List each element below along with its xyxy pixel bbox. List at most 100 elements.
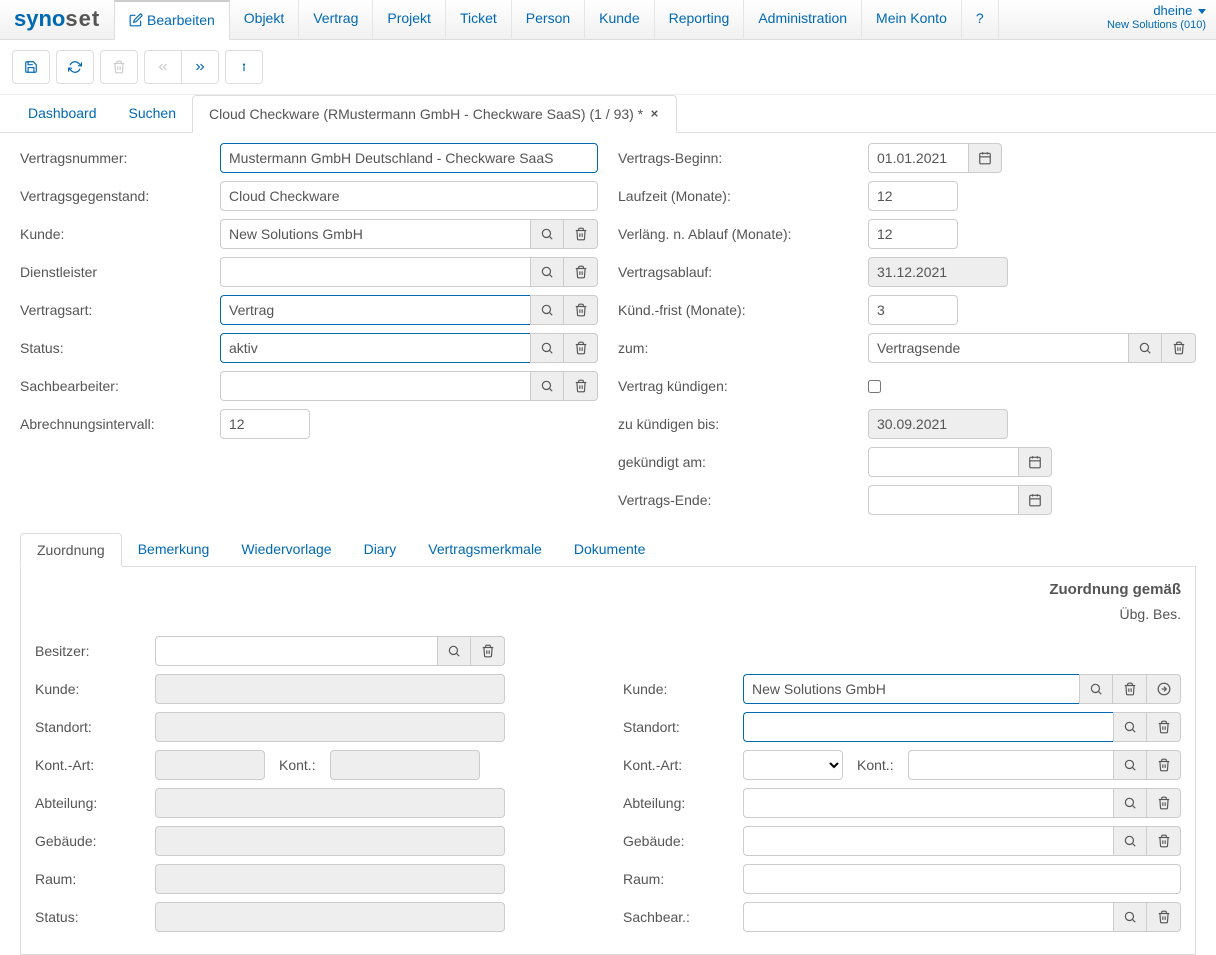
status-label: Status:	[20, 340, 220, 356]
menu-person[interactable]: Person	[512, 0, 585, 39]
gekam-label: gekündigt am:	[618, 454, 868, 470]
menu-objekt[interactable]: Objekt	[230, 0, 299, 39]
rkunde-input[interactable]	[743, 674, 1079, 704]
rkontart-select[interactable]	[743, 750, 843, 780]
main-navbar: synoset Bearbeiten Objekt Vertrag Projek…	[0, 0, 1216, 40]
tab-dokumente[interactable]: Dokumente	[558, 533, 662, 566]
rsachbear-search-icon[interactable]	[1113, 902, 1147, 932]
close-tab-icon[interactable]	[649, 106, 660, 122]
menu-bearbeiten[interactable]: Bearbeiten	[114, 0, 230, 40]
gekam-calendar-icon[interactable]	[1018, 447, 1052, 477]
laufzeit-label: Laufzeit (Monate):	[618, 188, 868, 204]
beginn-input[interactable]	[868, 143, 968, 173]
vertragsart-clear-icon[interactable]	[564, 295, 598, 325]
kunde-clear-icon[interactable]	[564, 219, 598, 249]
dienstleister-clear-icon[interactable]	[564, 257, 598, 287]
intervall-input[interactable]	[220, 409, 310, 439]
verlaeng-input[interactable]	[868, 219, 958, 249]
rkont-search-icon[interactable]	[1113, 750, 1147, 780]
rabteilung-clear-icon[interactable]	[1147, 788, 1181, 818]
status-clear-icon[interactable]	[564, 333, 598, 363]
gekam-input[interactable]	[868, 447, 1018, 477]
rsachbear-input[interactable]	[743, 902, 1113, 932]
rkont-clear-icon[interactable]	[1147, 750, 1181, 780]
sachbearbeiter-label: Sachbearbeiter:	[20, 378, 220, 394]
sachbearbeiter-input[interactable]	[220, 371, 530, 401]
rstandort-search-icon[interactable]	[1113, 712, 1147, 742]
form-left-column: Vertragsnummer: Vertragsgegenstand: Kund…	[20, 143, 598, 523]
gegenstand-input[interactable]	[220, 181, 598, 211]
rsachbear-clear-icon[interactable]	[1147, 902, 1181, 932]
dienstleister-search-icon[interactable]	[530, 257, 564, 287]
sachbearbeiter-clear-icon[interactable]	[564, 371, 598, 401]
rabteilung-input[interactable]	[743, 788, 1113, 818]
vertragsart-label: Vertragsart:	[20, 302, 220, 318]
info-button[interactable]	[225, 50, 263, 84]
rstandort-clear-icon[interactable]	[1147, 712, 1181, 742]
rraum-input[interactable]	[743, 864, 1181, 894]
menu-ticket[interactable]: Ticket	[446, 0, 512, 39]
tab-zuordnung[interactable]: Zuordnung	[20, 533, 122, 567]
kfrist-input[interactable]	[868, 295, 958, 325]
vertragsart-search-icon[interactable]	[530, 295, 564, 325]
save-button[interactable]	[12, 50, 50, 84]
tab-diary[interactable]: Diary	[348, 533, 413, 566]
rgebaeude-clear-icon[interactable]	[1147, 826, 1181, 856]
tab-vertragsmerkmale[interactable]: Vertragsmerkmale	[412, 533, 558, 566]
ende-calendar-icon[interactable]	[1018, 485, 1052, 515]
tab-bemerkung[interactable]: Bemerkung	[122, 533, 226, 566]
menu-administration[interactable]: Administration	[744, 0, 862, 39]
laufzeit-input[interactable]	[868, 181, 958, 211]
next-button[interactable]	[181, 50, 219, 84]
rgebaeude-input[interactable]	[743, 826, 1113, 856]
besitzer-search-icon[interactable]	[437, 636, 471, 666]
status-search-icon[interactable]	[530, 333, 564, 363]
rstandort-input[interactable]	[743, 712, 1113, 742]
ende-input[interactable]	[868, 485, 1018, 515]
rgebaeude-search-icon[interactable]	[1113, 826, 1147, 856]
refresh-button[interactable]	[56, 50, 94, 84]
kunde-input[interactable]	[220, 219, 530, 249]
rkunde-search-icon[interactable]	[1079, 674, 1113, 704]
kuendigen-checkbox[interactable]	[868, 380, 881, 393]
besitzer-input[interactable]	[155, 636, 437, 666]
kunde-search-icon[interactable]	[530, 219, 564, 249]
rkunde-goto-icon[interactable]	[1147, 674, 1181, 704]
sachbearbeiter-search-icon[interactable]	[530, 371, 564, 401]
pstandort-input	[155, 712, 505, 742]
tab-suchen[interactable]: Suchen	[113, 95, 192, 132]
vertragsart-input[interactable]	[220, 295, 530, 325]
tab-current[interactable]: Cloud Checkware (RMustermann GmbH - Chec…	[192, 95, 677, 133]
beginn-calendar-icon[interactable]	[968, 143, 1002, 173]
toolbar	[0, 40, 1216, 95]
pkunde-input	[155, 674, 505, 704]
rgebaeude-label: Gebäude:	[623, 833, 743, 849]
user-area[interactable]: dheine New Solutions (010)	[1107, 0, 1216, 39]
rraum-label: Raum:	[623, 871, 743, 887]
dienstleister-input[interactable]	[220, 257, 530, 287]
status-input[interactable]	[220, 333, 530, 363]
tab-dashboard[interactable]: Dashboard	[12, 95, 113, 132]
tab-wiedervorlage[interactable]: Wiedervorlage	[225, 533, 347, 566]
menu-vertrag[interactable]: Vertrag	[299, 0, 373, 39]
document-tabs: Dashboard Suchen Cloud Checkware (RMuste…	[0, 95, 1216, 133]
zuordnung-panel: Zuordnung gemäß Übg. Bes. Besitzer: Kund…	[20, 567, 1196, 955]
rkont-input[interactable]	[908, 750, 1113, 780]
zum-clear-icon[interactable]	[1162, 333, 1196, 363]
zukbis-label: zu kündigen bis:	[618, 416, 868, 432]
besitzer-clear-icon[interactable]	[471, 636, 505, 666]
menu-help[interactable]: ?	[962, 0, 999, 39]
rabteilung-search-icon[interactable]	[1113, 788, 1147, 818]
zum-input[interactable]	[868, 333, 1128, 363]
beginn-label: Vertrags-Beginn:	[618, 150, 868, 166]
zum-search-icon[interactable]	[1128, 333, 1162, 363]
user-name: dheine	[1153, 3, 1192, 18]
vertragsnummer-input[interactable]	[220, 143, 598, 173]
menu-meinkonto[interactable]: Mein Konto	[862, 0, 962, 39]
user-org: New Solutions (010)	[1107, 19, 1206, 32]
rkunde-clear-icon[interactable]	[1113, 674, 1147, 704]
detail-tabs: Zuordnung Bemerkung Wiedervorlage Diary …	[20, 533, 1196, 567]
menu-kunde[interactable]: Kunde	[585, 0, 654, 39]
menu-reporting[interactable]: Reporting	[655, 0, 745, 39]
menu-projekt[interactable]: Projekt	[373, 0, 446, 39]
